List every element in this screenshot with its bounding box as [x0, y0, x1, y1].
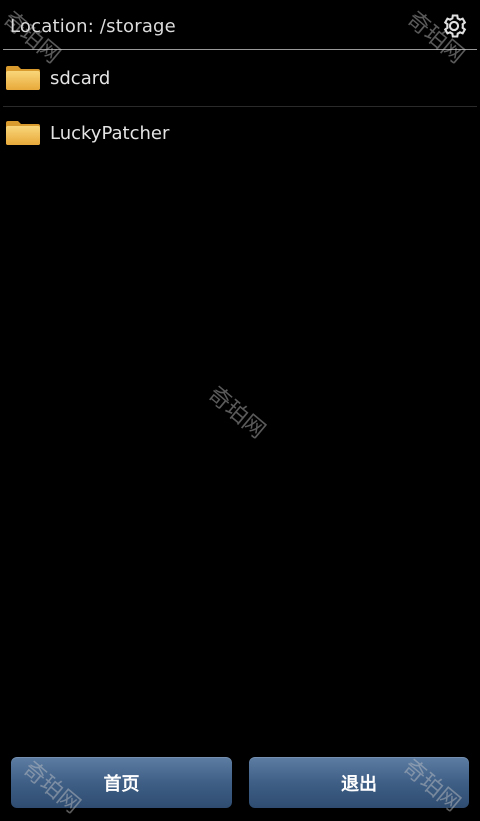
- home-button[interactable]: 首页: [11, 757, 232, 808]
- list-item[interactable]: LuckyPatcher: [0, 107, 480, 162]
- location-header: Location: /storage: [0, 0, 480, 52]
- file-name: sdcard: [50, 68, 111, 89]
- folder-icon: [5, 120, 41, 146]
- location-path: Location: /storage: [10, 16, 176, 37]
- file-name: LuckyPatcher: [50, 123, 170, 144]
- header-divider: [3, 49, 477, 50]
- watermark: 奇珀网: [203, 382, 270, 444]
- exit-button[interactable]: 退出: [249, 757, 469, 808]
- list-item[interactable]: sdcard: [0, 52, 480, 107]
- gear-icon[interactable]: [440, 12, 468, 40]
- file-list: sdcard LuckyPatcher: [0, 52, 480, 162]
- folder-icon: [5, 65, 41, 91]
